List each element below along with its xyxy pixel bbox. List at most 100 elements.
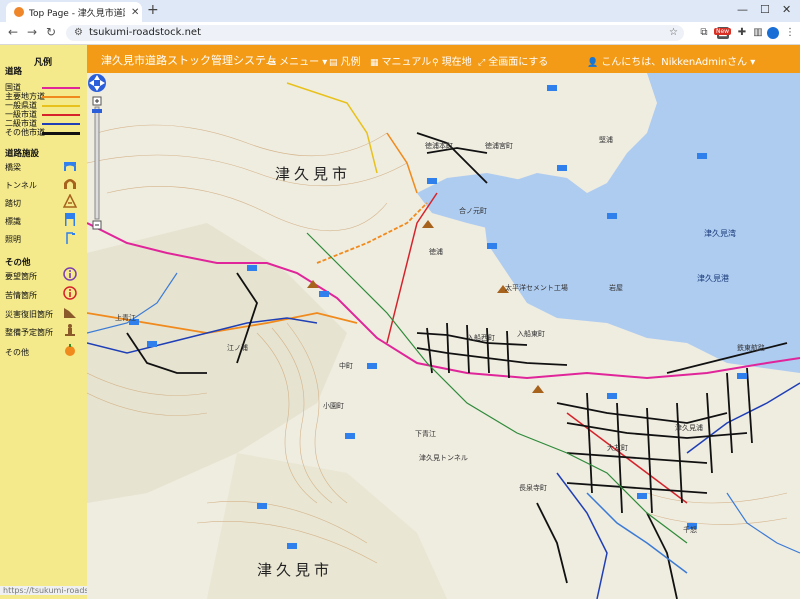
roads-header: 道路 — [5, 67, 23, 77]
hamburger-icon: ☰ — [268, 58, 277, 68]
road-other-swatch — [42, 132, 80, 135]
map-canvas[interactable] — [87, 73, 800, 599]
place-label: 徳浦宮町 — [485, 142, 513, 150]
book-icon: ▦ — [370, 58, 379, 68]
place-label: 入船西町 — [467, 334, 495, 342]
zoom-slider-track — [94, 106, 100, 220]
facility-bridge-label: 橋梁 — [5, 163, 21, 172]
port-label: 津久見港 — [697, 274, 729, 283]
river — [586, 492, 688, 574]
other-disaster-label: 災害復旧箇所 — [5, 310, 53, 319]
map-view[interactable]: 津久見市 津久見市 津久見湾 津久見港 徳浦本町 徳浦宮町 合ノ元町 徳浦 太平… — [87, 73, 800, 599]
sidepanel-icon[interactable]: ▥ — [752, 27, 764, 39]
app-header: 津久見市道路ストック管理システム ☰ メニュー ▾ ▤ 凡例 ▦ マニュアル ⚲ 現在地… — [87, 45, 800, 73]
expand-icon: ⤢ — [478, 58, 486, 68]
disaster-recovery-icon — [64, 308, 76, 318]
place-label: 長泉寺町 — [519, 484, 547, 492]
place-label: 徳浦 — [429, 248, 443, 256]
place-label: 上青江 — [115, 314, 136, 322]
road-national-swatch — [42, 87, 80, 89]
place-label: 堅浦 — [599, 136, 613, 144]
user-menu[interactable]: 👤 こんにちは、NikkenAdminさん ▾ — [587, 53, 755, 68]
facilities-header: 道路施設 — [5, 149, 40, 159]
new-tab-icon[interactable]: + — [147, 2, 159, 18]
facility-crossing-label: 踏切 — [5, 199, 21, 208]
minimize-icon[interactable]: — — [737, 3, 748, 16]
close-window-icon[interactable]: ✕ — [782, 3, 791, 16]
tab-title: Top Page - 津久見市道路ストック管理 — [29, 8, 125, 19]
city-label-bottom: 津久見市 — [257, 561, 334, 579]
site-favicon-icon — [14, 7, 24, 17]
road-sign-icon — [65, 213, 75, 226]
maintenance-worker-icon — [65, 324, 75, 336]
facility-light-label: 照明 — [5, 235, 21, 244]
bookmark-star-icon[interactable]: ☆ — [669, 25, 678, 41]
other-marker-icon — [65, 344, 75, 356]
request-info-icon — [63, 267, 77, 281]
major-road-2 — [316, 202, 428, 264]
back-icon[interactable]: ← — [8, 25, 18, 39]
url-text: tsukumi-roadstock.net — [88, 27, 201, 38]
road-city2-swatch — [42, 123, 80, 125]
user-icon: 👤 — [587, 58, 599, 68]
menu-dropdown[interactable]: ☰ メニュー ▾ — [268, 53, 327, 68]
app-brand[interactable]: 津久見市道路ストック管理システム — [101, 52, 277, 68]
new-badge: New — [714, 28, 732, 35]
place-label: 津久見浦 — [675, 424, 703, 432]
browser-menu-icon[interactable]: ⋮ — [784, 27, 796, 39]
other-header: その他 — [5, 258, 31, 268]
place-label: 太平洋セメント工場 — [505, 284, 568, 292]
other-misc-label: その他 — [5, 348, 29, 357]
close-tab-icon[interactable]: ✕ — [131, 7, 139, 18]
browser-tab-bar: Top Page - 津久見市道路ストック管理 ✕ + — ☐ ✕ — [0, 0, 800, 22]
bay-label: 津久見湾 — [704, 229, 736, 238]
place-label: 千怒 — [683, 526, 697, 534]
facility-sign-label: 標識 — [5, 217, 21, 226]
place-label: 徳浦本町 — [425, 142, 453, 150]
manual-button[interactable]: ▦ マニュアル — [370, 53, 431, 68]
place-label: 小園町 — [323, 402, 344, 410]
site-info-icon[interactable]: ⚙ — [74, 27, 83, 38]
map-pin-icon: ⚲ — [432, 58, 439, 68]
facility-tunnel-label: トンネル — [5, 181, 37, 190]
address-bar-row: ← → ↻ ⚙tsukumi-roadstock.net ☆ ⧉ ■ ✚ ▥ ⋮ — [0, 22, 800, 45]
zoom-slider-handle — [92, 109, 102, 113]
river-3 — [726, 492, 800, 554]
profile-avatar[interactable] — [767, 27, 779, 39]
list-icon: ▤ — [329, 58, 338, 68]
place-label: 江ノ浦 — [227, 344, 248, 352]
browser-tab[interactable]: Top Page - 津久見市道路ストック管理 ✕ — [6, 2, 142, 22]
legend-panel: 凡例 道路 国道 主要地方道 一般県道 一級市道 二級市道 その他市道 道路施設… — [0, 45, 87, 599]
other-complaint-label: 苦情箇所 — [5, 291, 37, 300]
other-request-label: 要望箇所 — [5, 272, 37, 281]
place-label: 下青江 — [415, 430, 436, 438]
tunnel-icon — [64, 179, 76, 189]
place-label: 合ノ元町 — [459, 207, 487, 215]
forward-icon[interactable]: → — [27, 25, 37, 39]
street-light-icon — [66, 232, 75, 244]
other-maintenance-label: 整備予定箇所 — [5, 328, 53, 337]
complaint-info-icon — [63, 286, 77, 300]
railroad-crossing-icon — [63, 194, 77, 208]
prefectural-road — [286, 82, 378, 174]
road-other-label: その他市道 — [5, 128, 45, 137]
screen-capture-icon[interactable]: ⧉ — [698, 27, 710, 39]
bridge-icon — [64, 162, 76, 171]
major-road-3 — [386, 132, 418, 194]
zoom-control[interactable] — [87, 73, 107, 233]
current-location-button[interactable]: ⚲ 現在地 — [432, 53, 472, 68]
road-city1-swatch — [42, 114, 80, 116]
fullscreen-button[interactable]: ⤢ 全画面にする — [478, 53, 548, 68]
place-label: 入船東町 — [517, 330, 545, 338]
place-label: 岩屋 — [609, 284, 623, 292]
reload-icon[interactable]: ↻ — [46, 25, 56, 39]
city-label-top: 津久見市 — [275, 165, 352, 183]
legend-button[interactable]: ▤ 凡例 — [329, 53, 361, 68]
place-label: 中町 — [339, 362, 353, 370]
extensions-puzzle-icon[interactable]: ✚ — [736, 27, 748, 39]
place-label: 津久見トンネル — [419, 454, 468, 462]
url-field[interactable]: ⚙ tsukumi-roadstock.net ☆ — [66, 25, 684, 41]
maximize-icon[interactable]: ☐ — [760, 3, 770, 16]
legend-title: 凡例 — [34, 58, 53, 68]
city1-road — [386, 192, 438, 344]
